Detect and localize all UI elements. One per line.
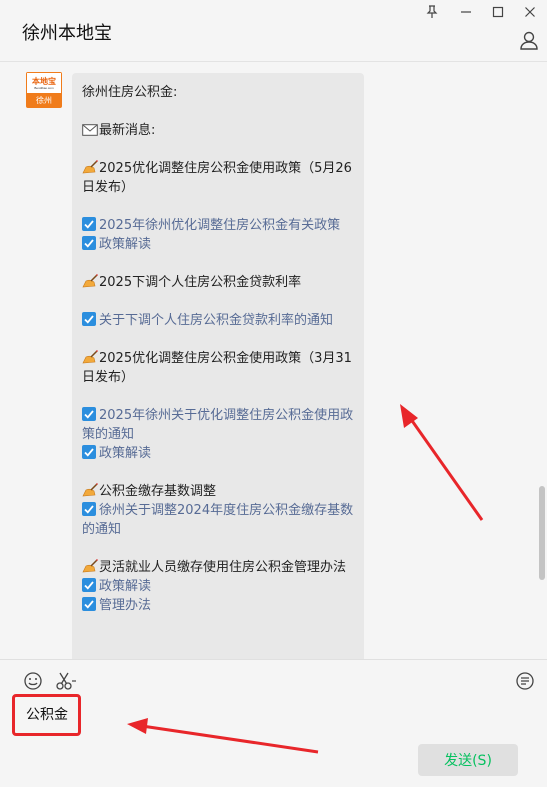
message-link[interactable]: 政策解读 bbox=[82, 577, 354, 596]
checkbox-icon bbox=[82, 236, 96, 250]
checkbox-icon bbox=[82, 217, 96, 231]
checkbox-icon bbox=[82, 312, 96, 326]
message-link-text[interactable]: 政策解读 bbox=[99, 446, 151, 461]
message-text: 2025优化调整住房公积金使用政策（3月31日发布） bbox=[82, 351, 352, 385]
title-bar: 徐州本地宝 bbox=[0, 0, 547, 62]
message-link-text[interactable]: 2025年徐州关于优化调整住房公积金使用政策的通知 bbox=[82, 408, 353, 442]
writing-hand-icon bbox=[82, 159, 99, 174]
checkbox-icon bbox=[82, 502, 96, 516]
avatar-city-text: 徐州 bbox=[36, 96, 52, 105]
message-link-text[interactable]: 政策解读 bbox=[99, 237, 151, 252]
message-text: 徐州住房公积金: bbox=[82, 85, 178, 100]
maximize-icon[interactable] bbox=[486, 2, 510, 22]
scissors-icon[interactable] bbox=[55, 670, 77, 692]
message-text-line: 公积金缴存基数调整 bbox=[82, 482, 354, 501]
emoji-icon[interactable] bbox=[22, 670, 44, 692]
message-text-line: 2025优化调整住房公积金使用政策（3月31日发布） bbox=[82, 349, 354, 387]
message-text: 2025优化调整住房公积金使用政策（5月26日发布） bbox=[82, 161, 352, 195]
chat-history-icon[interactable] bbox=[514, 670, 536, 692]
message-link[interactable]: 政策解读 bbox=[82, 235, 354, 254]
close-icon[interactable] bbox=[518, 2, 542, 22]
pin-icon[interactable] bbox=[420, 2, 444, 22]
avatar-logo-subtext: Bendibao.com bbox=[34, 85, 54, 90]
message-link[interactable]: 2025年徐州关于优化调整住房公积金使用政策的通知 bbox=[82, 406, 354, 444]
message-link-text[interactable]: 2025年徐州优化调整住房公积金有关政策 bbox=[99, 218, 340, 233]
scrollbar-thumb[interactable] bbox=[539, 486, 545, 580]
writing-hand-icon bbox=[82, 482, 99, 497]
checkbox-icon bbox=[82, 445, 96, 459]
message-text-line: 最新消息: bbox=[82, 121, 354, 140]
avatar-logo-text: 本地宝 bbox=[32, 76, 56, 86]
profile-icon[interactable] bbox=[515, 26, 543, 54]
message-bubble: 徐州住房公积金: 最新消息: 2025优化调整住房公积金使用政策（5月26日发布） 2… bbox=[72, 73, 364, 659]
message-text: 最新消息: bbox=[99, 123, 156, 138]
writing-hand-icon bbox=[82, 273, 99, 288]
avatar-logo: 本地宝 Bendibao.com bbox=[26, 72, 62, 94]
writing-hand-icon bbox=[82, 558, 99, 573]
avatar[interactable]: 本地宝 Bendibao.com 徐州 bbox=[26, 72, 62, 108]
message-text: 灵活就业人员缴存使用住房公积金管理办法 bbox=[99, 560, 347, 575]
message-link-text[interactable]: 关于下调个人住房公积金贷款利率的通知 bbox=[99, 313, 333, 328]
message-link[interactable]: 政策解读 bbox=[82, 444, 354, 463]
message-text-line: 徐州住房公积金: bbox=[82, 83, 354, 102]
minimize-icon[interactable] bbox=[454, 2, 478, 22]
input-area[interactable]: 公积金 发送(S) bbox=[0, 659, 547, 787]
message-link[interactable]: 管理办法 bbox=[82, 596, 354, 615]
checkbox-icon bbox=[82, 597, 96, 611]
message-text-line: 2025下调个人住房公积金贷款利率 bbox=[82, 273, 354, 292]
message-link[interactable]: 2025年徐州优化调整住房公积金有关政策 bbox=[82, 216, 354, 235]
chat-title: 徐州本地宝 bbox=[22, 23, 112, 44]
writing-hand-icon bbox=[82, 349, 99, 364]
annotation-highlight-box bbox=[12, 694, 81, 736]
message-text: 2025下调个人住房公积金贷款利率 bbox=[99, 275, 302, 290]
message-link[interactable]: 关于下调个人住房公积金贷款利率的通知 bbox=[82, 311, 354, 330]
message-link[interactable]: 徐州关于调整2024年度住房公积金缴存基数的通知 bbox=[82, 501, 354, 539]
chat-message-area[interactable]: 本地宝 Bendibao.com 徐州 徐州住房公积金: 最新消息: 2025优化调… bbox=[0, 63, 547, 659]
checkbox-icon bbox=[82, 407, 96, 421]
checkbox-icon bbox=[82, 578, 96, 592]
message-text: 公积金缴存基数调整 bbox=[99, 484, 217, 499]
message-text-line: 灵活就业人员缴存使用住房公积金管理办法 bbox=[82, 558, 354, 577]
envelope-icon bbox=[82, 123, 98, 137]
message-link-text[interactable]: 政策解读 bbox=[99, 579, 151, 594]
message-text-line: 2025优化调整住房公积金使用政策（5月26日发布） bbox=[82, 159, 354, 197]
message-link-text[interactable]: 管理办法 bbox=[99, 598, 151, 613]
send-button[interactable]: 发送(S) bbox=[418, 744, 518, 776]
message-link-text[interactable]: 徐州关于调整2024年度住房公积金缴存基数的通知 bbox=[82, 503, 353, 537]
